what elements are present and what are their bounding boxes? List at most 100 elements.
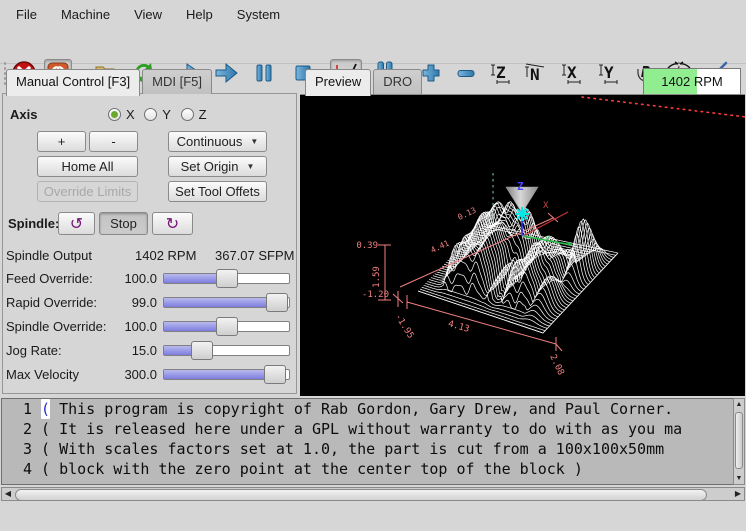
dim-back-mid: 4.41 xyxy=(429,239,450,255)
tab-dro[interactable]: DRO xyxy=(373,69,422,94)
dim-z-max: 0.39 xyxy=(356,241,378,251)
gcode-text: ( With scales factors set at 1.0, the pa… xyxy=(41,439,664,459)
scroll-up-arrow[interactable]: ▲ xyxy=(734,399,744,410)
max-velocity-label: Max Velocity xyxy=(6,367,79,382)
rapid-override-label: Rapid Override: xyxy=(6,295,97,310)
set-origin-value: Set Origin xyxy=(181,159,239,174)
gcode-text-view[interactable]: 1 ( This program is copyright of Rab Gor… xyxy=(1,398,735,485)
dim-x-max: 2.08 xyxy=(547,353,565,377)
jog-rate-value: 15.0 xyxy=(100,343,157,358)
spindle-label: Spindle: xyxy=(8,216,59,231)
slider-thumb[interactable] xyxy=(264,365,286,384)
axis-y-radio[interactable] xyxy=(144,108,157,121)
highlighted-paren: ( xyxy=(41,399,50,419)
axis-y-label: Y xyxy=(162,107,171,122)
override-limits-button[interactable]: Override Limits xyxy=(37,181,138,202)
preview-panel: Preview DRO 1402 RPM xyxy=(299,63,746,396)
slider-thumb[interactable] xyxy=(266,293,288,312)
home-all-button[interactable]: Home All xyxy=(37,156,138,177)
axis-x-label: X xyxy=(126,107,135,122)
menu-view[interactable]: View xyxy=(122,3,174,26)
axis-label: Axis xyxy=(10,107,37,122)
x-axis-line xyxy=(523,212,568,236)
dim-z-extent: 1.59 xyxy=(372,266,382,288)
gcode-vertical-scrollbar[interactable]: ▲ ▼ xyxy=(733,398,745,485)
spindle-rpm-value: 1402 RPM xyxy=(135,248,196,263)
spindle-stop-button[interactable]: Stop xyxy=(99,212,148,235)
z-axis-label: Z xyxy=(517,180,524,193)
spindle-override-value: 100.0 xyxy=(100,319,157,334)
slider-thumb[interactable] xyxy=(191,341,213,360)
spindle-ccw-icon: ↺ xyxy=(70,214,83,234)
menu-help[interactable]: Help xyxy=(174,3,225,26)
vscroll-thumb[interactable] xyxy=(735,412,743,469)
axis-z-radio[interactable] xyxy=(181,108,194,121)
max-velocity-row: Max Velocity 300.0 xyxy=(0,365,299,385)
linuxcnc-axis-window: { "menu": {"items": ["File", "Machine", … xyxy=(0,0,746,531)
dim-x-min: -1.95 xyxy=(392,312,415,340)
rpm-meter-text: 1402 RPM xyxy=(644,69,740,94)
menu-system[interactable]: System xyxy=(225,3,292,26)
gcode-line: 4 ( block with the zero point at the cen… xyxy=(2,459,734,479)
spindle-override-row: Spindle Override: 100.0 xyxy=(0,317,299,337)
max-velocity-slider[interactable] xyxy=(163,369,290,380)
slider-thumb[interactable] xyxy=(216,269,238,288)
gcode-line: 2 ( It is released here under a GPL with… xyxy=(2,419,734,439)
spindle-cw-button[interactable]: ↻ xyxy=(152,212,193,235)
jog-minus-button[interactable]: - xyxy=(89,131,138,152)
scroll-right-arrow[interactable]: ▶ xyxy=(732,488,744,500)
tab-mdi[interactable]: MDI [F5] xyxy=(142,69,212,94)
gcode-text: This program is copyright of Rab Gordon,… xyxy=(50,399,673,419)
axis-x-radio[interactable] xyxy=(108,108,121,121)
dim-back-top: 0.13 xyxy=(456,206,477,222)
spindle-override-label: Spindle Override: xyxy=(6,319,106,334)
spindle-ccw-button[interactable]: ↺ xyxy=(58,212,95,235)
hscroll-thumb[interactable] xyxy=(15,489,707,501)
line-number: 3 xyxy=(2,439,32,459)
jog-plus-button[interactable]: + xyxy=(37,131,86,152)
gcode-text: ( block with the zero point at the cente… xyxy=(41,459,583,479)
feed-override-row: Feed Override: 100.0 xyxy=(0,269,299,289)
slider-thumb[interactable] xyxy=(216,317,238,336)
jog-rate-label: Jog Rate: xyxy=(6,343,62,358)
jog-rate-slider[interactable] xyxy=(163,345,290,356)
gcode-horizontal-scrollbar[interactable]: ◀ ▶ xyxy=(1,487,745,501)
gremlin-preview-canvas[interactable]: 0.39 1.59 -1.20 -1.95 0.13 4.41 4.13 2.0… xyxy=(300,95,745,396)
rapid-override-row: Rapid Override: 99.0 xyxy=(0,293,299,313)
manual-control-panel: Manual Control [F3] MDI [F5] Axis X Y Z … xyxy=(0,63,299,396)
scroll-left-arrow[interactable]: ◀ xyxy=(2,488,14,500)
rapid-override-slider[interactable] xyxy=(163,297,290,308)
line-number: 4 xyxy=(2,459,32,479)
spindle-rpm-meter: 1402 RPM xyxy=(643,68,741,95)
feed-override-value: 100.0 xyxy=(100,271,157,286)
set-origin-dropdown[interactable]: Set Origin ▼ xyxy=(168,156,267,177)
line-number: 1 xyxy=(2,399,32,419)
spindle-override-slider[interactable] xyxy=(163,321,290,332)
scroll-down-arrow[interactable]: ▼ xyxy=(734,473,744,484)
dim-z-min: -1.20 xyxy=(362,290,389,300)
feed-override-slider[interactable] xyxy=(163,273,290,284)
dim-x-extent: 4.13 xyxy=(447,319,471,335)
set-tool-offsets-button[interactable]: Set Tool Offets xyxy=(168,181,267,202)
preview-canvas-box: 0.39 1.59 -1.20 -1.95 0.13 4.41 4.13 2.0… xyxy=(300,94,745,396)
max-velocity-value: 300.0 xyxy=(100,367,157,382)
menu-machine[interactable]: Machine xyxy=(49,3,122,26)
spindle-sfpm-value: 367.07 SFPM xyxy=(215,248,295,263)
chevron-down-icon: ▼ xyxy=(250,137,258,146)
machine-limit-line xyxy=(582,97,745,117)
spindle-cw-icon: ↻ xyxy=(166,214,179,234)
gcode-line: 1 ( This program is copyright of Rab Gor… xyxy=(2,399,734,419)
tab-manual-control[interactable]: Manual Control [F3] xyxy=(6,69,140,96)
gcode-listing: 1 ( This program is copyright of Rab Gor… xyxy=(0,396,746,506)
rapid-override-value: 99.0 xyxy=(100,295,157,310)
jog-rate-row: Jog Rate: 15.0 xyxy=(0,341,299,361)
line-number: 2 xyxy=(2,419,32,439)
tab-preview[interactable]: Preview xyxy=(305,69,371,96)
jog-mode-dropdown[interactable]: Continuous ▼ xyxy=(168,131,267,152)
feed-override-label: Feed Override: xyxy=(6,271,93,286)
menu-file[interactable]: File xyxy=(4,3,49,26)
spindle-output-label: Spindle Output xyxy=(6,248,92,263)
y-axis-label: Y xyxy=(545,235,550,244)
axis-radio-group: X Y Z xyxy=(108,107,213,122)
axis-z-label: Z xyxy=(199,107,207,122)
